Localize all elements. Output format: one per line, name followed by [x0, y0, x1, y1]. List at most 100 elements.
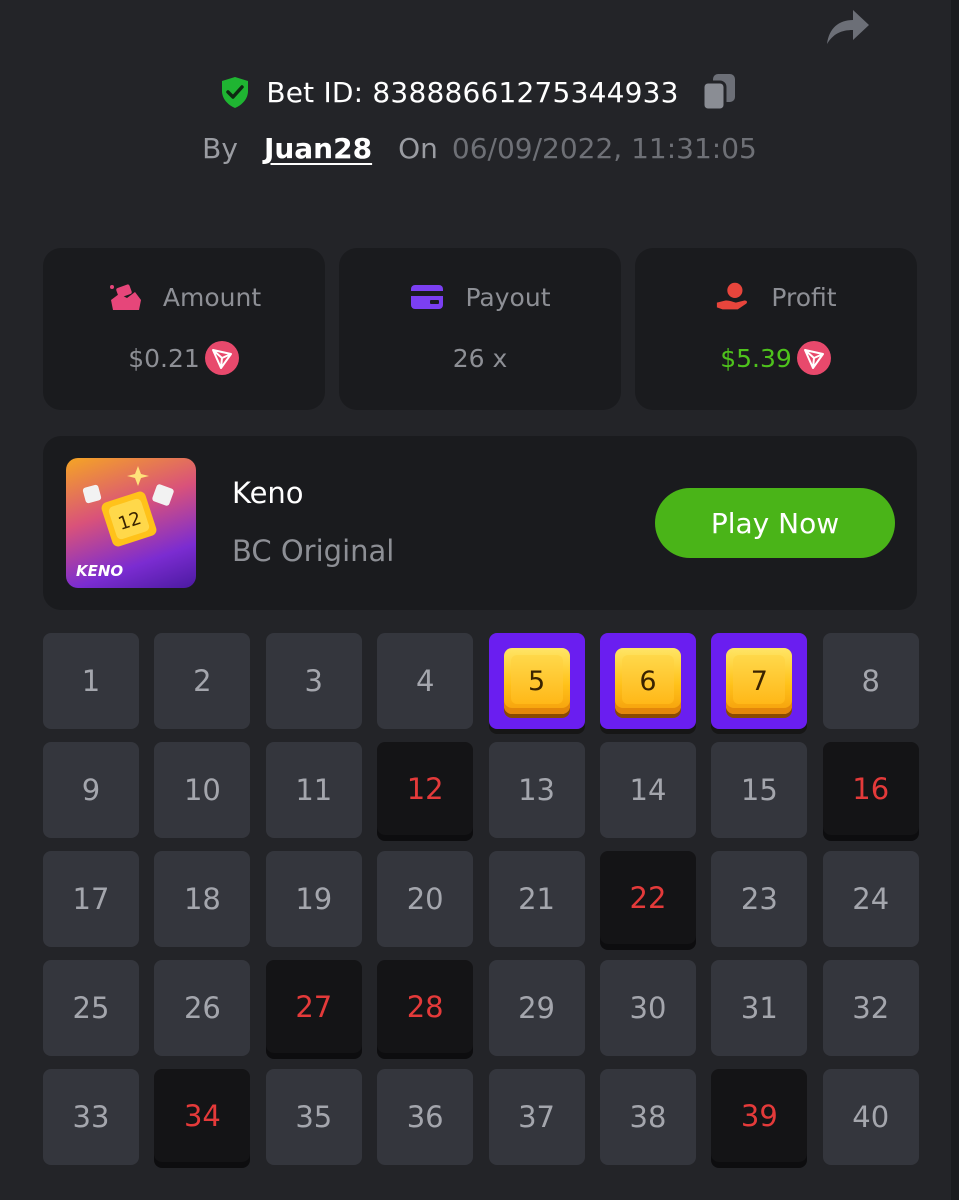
- gem-icon: 6: [614, 648, 681, 714]
- keno-cell-40: 40: [822, 1069, 919, 1165]
- keno-cell-38: 38: [599, 1069, 696, 1165]
- keno-cell-3: 3: [265, 633, 362, 729]
- keno-cell-16: 16: [822, 742, 919, 835]
- keno-cell-number: 1: [81, 664, 101, 698]
- keno-cell-number: 28: [406, 989, 444, 1024]
- keno-cell-number: 13: [518, 773, 556, 807]
- keno-game-thumbnail[interactable]: 12 KENO: [66, 458, 196, 588]
- profit-card: Profit $5.39: [635, 248, 917, 410]
- username-link[interactable]: Juan28: [264, 132, 372, 165]
- profit-hand-icon: [715, 281, 751, 313]
- amount-value: $0.21: [128, 343, 200, 373]
- profit-label: Profit: [771, 282, 837, 312]
- payout-value: 26 x: [452, 343, 508, 373]
- keno-cell-number: 32: [852, 991, 890, 1025]
- keno-cell-number: 14: [629, 773, 667, 807]
- keno-cell-number: 11: [295, 773, 333, 807]
- amount-card: Amount $0.21: [43, 248, 325, 410]
- keno-cell-number: 26: [183, 991, 221, 1025]
- keno-cell-39: 39: [711, 1069, 808, 1162]
- verified-shield-icon: [218, 75, 252, 109]
- keno-cell-number: 3: [304, 664, 323, 698]
- keno-grid: 1 2 3 4 5 6 7 8 9 10 11 12 13 14 15 16 17 18 19 20 21 22 23 24 2…: [43, 633, 919, 1165]
- keno-cell-number: 4: [415, 664, 435, 698]
- keno-cell-number: 30: [629, 991, 667, 1025]
- keno-cell-number: 16: [852, 771, 890, 806]
- by-label: By: [202, 131, 238, 165]
- keno-cell-26: 26: [154, 960, 251, 1056]
- keno-cell-number: 34: [183, 1098, 221, 1133]
- keno-cell-number: 15: [740, 773, 778, 807]
- keno-cell-number: 8: [861, 664, 880, 698]
- keno-cell-number: 17: [72, 882, 110, 916]
- thumb-label: KENO: [76, 562, 124, 580]
- keno-cell-36: 36: [377, 1069, 474, 1165]
- keno-cell-18: 18: [154, 851, 251, 947]
- keno-cell-number: 24: [852, 882, 890, 916]
- keno-cell-33: 33: [43, 1069, 139, 1165]
- on-label: On: [398, 131, 438, 165]
- keno-cell-number: 12: [406, 771, 444, 806]
- bet-id-row: Bet ID: 83888661275344933: [0, 70, 959, 114]
- keno-cell-number: 25: [72, 991, 110, 1025]
- copy-icon[interactable]: [701, 72, 741, 112]
- bet-id: Bet ID: 83888661275344933: [266, 75, 679, 109]
- keno-cell-27: 27: [265, 960, 362, 1053]
- keno-cell-number: 38: [629, 1100, 667, 1134]
- profit-value: $5.39: [720, 343, 792, 373]
- game-card: 12 KENO Keno BC Original Play Now: [43, 436, 917, 610]
- keno-cell-13: 13: [488, 742, 585, 838]
- share-icon[interactable]: [822, 4, 872, 48]
- keno-cell-number: 20: [406, 882, 444, 916]
- amount-icon: [107, 281, 143, 313]
- bet-datetime: 06/09/2022, 11:31:05: [451, 131, 757, 165]
- keno-cell-4: 4: [377, 633, 474, 729]
- keno-cell-17: 17: [43, 851, 139, 947]
- keno-cell-15: 15: [711, 742, 808, 838]
- keno-cell-25: 25: [43, 960, 139, 1056]
- keno-cell-number: 33: [72, 1100, 110, 1134]
- keno-cell-10: 10: [154, 742, 251, 838]
- keno-cell-30: 30: [599, 960, 696, 1056]
- amount-label: Amount: [162, 282, 262, 312]
- keno-cell-number: 39: [740, 1098, 778, 1133]
- keno-cell-number: 36: [406, 1100, 444, 1134]
- trx-coin-icon: [796, 340, 832, 376]
- keno-cell-6: 6: [599, 633, 696, 729]
- keno-cell-number: 18: [183, 882, 221, 916]
- keno-cell-number: 40: [852, 1100, 890, 1134]
- keno-cell-number: 35: [295, 1100, 333, 1134]
- keno-cell-2: 2: [154, 633, 251, 729]
- keno-cell-24: 24: [822, 851, 919, 947]
- keno-cell-23: 23: [711, 851, 808, 947]
- gem-icon: 7: [726, 648, 793, 714]
- panel-edge: [951, 0, 959, 1200]
- play-now-button[interactable]: Play Now: [655, 488, 895, 558]
- game-provider: BC Original: [232, 534, 395, 568]
- keno-cell-29: 29: [488, 960, 585, 1056]
- keno-cell-1: 1: [43, 633, 139, 729]
- keno-cell-22: 22: [599, 851, 696, 944]
- keno-cell-7: 7: [711, 633, 808, 729]
- keno-cell-number: 9: [81, 773, 101, 807]
- keno-cell-number: 37: [518, 1100, 556, 1134]
- keno-cell-19: 19: [265, 851, 362, 947]
- keno-cell-14: 14: [599, 742, 696, 838]
- keno-cell-35: 35: [265, 1069, 362, 1165]
- keno-cell-number: 29: [518, 991, 556, 1025]
- game-name: Keno: [232, 476, 304, 510]
- keno-cell-21: 21: [488, 851, 585, 947]
- keno-cell-37: 37: [488, 1069, 585, 1165]
- keno-cell-number: 2: [193, 664, 212, 698]
- keno-cell-number: 27: [295, 989, 333, 1024]
- bet-meta-row: By Juan28 On 06/09/2022, 11:31:05: [0, 126, 959, 170]
- gem-icon: 5: [503, 648, 570, 714]
- keno-cell-number: 5: [527, 665, 546, 697]
- payout-label: Payout: [465, 282, 551, 312]
- keno-cell-number: 23: [740, 882, 778, 916]
- keno-cell-number: 6: [639, 665, 657, 697]
- trx-coin-icon: [204, 340, 240, 376]
- keno-cell-number: 21: [518, 882, 556, 916]
- bet-stats: Amount $0.21 Payout 26 x Profit $5.39: [43, 248, 917, 410]
- keno-cell-5: 5: [488, 633, 585, 729]
